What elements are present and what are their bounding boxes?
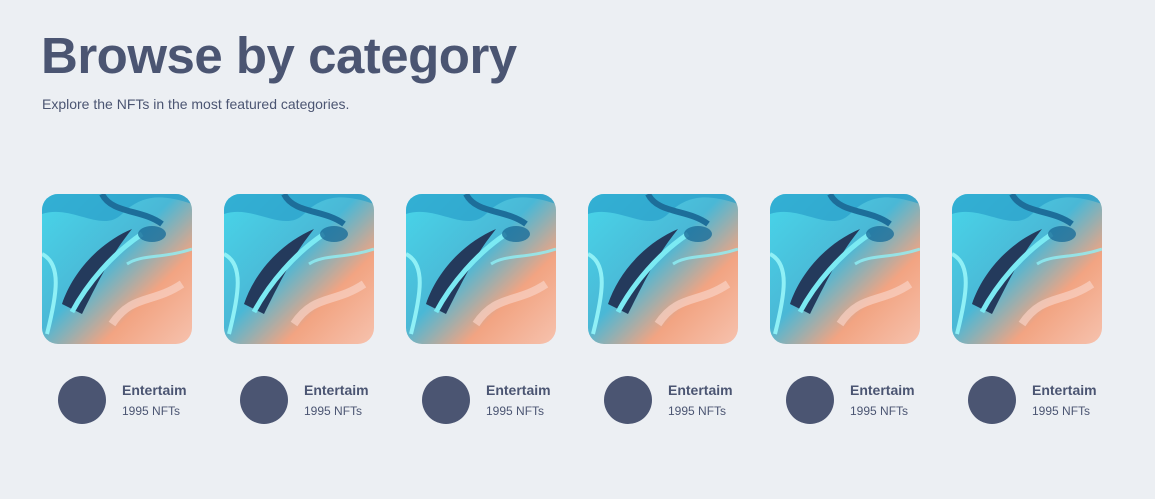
category-name[interactable]: Entertaim bbox=[122, 382, 192, 398]
category-card[interactable]: Entertaim 1995 NFTs bbox=[952, 194, 1102, 424]
category-card[interactable]: Entertaim 1995 NFTs bbox=[406, 194, 556, 424]
category-meta: Entertaim 1995 NFTs bbox=[240, 376, 374, 424]
category-list: Entertaim 1995 NFTs Entertaim 1995 NFTs … bbox=[42, 194, 1102, 424]
category-meta: Entertaim 1995 NFTs bbox=[58, 376, 192, 424]
category-meta: Entertaim 1995 NFTs bbox=[968, 376, 1102, 424]
category-count: 1995 NFTs bbox=[1032, 404, 1091, 418]
category-name[interactable]: Entertaim bbox=[486, 382, 556, 398]
category-image[interactable] bbox=[588, 194, 738, 344]
avatar[interactable] bbox=[58, 376, 106, 424]
category-image[interactable] bbox=[42, 194, 192, 344]
category-name[interactable]: Entertaim bbox=[304, 382, 374, 398]
category-meta: Entertaim 1995 NFTs bbox=[786, 376, 920, 424]
category-image[interactable] bbox=[224, 194, 374, 344]
category-meta: Entertaim 1995 NFTs bbox=[422, 376, 556, 424]
category-name[interactable]: Entertaim bbox=[850, 382, 920, 398]
category-count: 1995 NFTs bbox=[486, 404, 545, 418]
avatar[interactable] bbox=[604, 376, 652, 424]
category-count: 1995 NFTs bbox=[668, 404, 727, 418]
avatar[interactable] bbox=[422, 376, 470, 424]
page-title: Browse by category bbox=[41, 27, 517, 84]
category-card[interactable]: Entertaim 1995 NFTs bbox=[224, 194, 374, 424]
avatar[interactable] bbox=[786, 376, 834, 424]
category-card[interactable]: Entertaim 1995 NFTs bbox=[42, 194, 192, 424]
avatar[interactable] bbox=[240, 376, 288, 424]
avatar[interactable] bbox=[968, 376, 1016, 424]
category-count: 1995 NFTs bbox=[850, 404, 909, 418]
category-card[interactable]: Entertaim 1995 NFTs bbox=[770, 194, 920, 424]
category-image[interactable] bbox=[770, 194, 920, 344]
category-name[interactable]: Entertaim bbox=[1032, 382, 1102, 398]
category-count: 1995 NFTs bbox=[122, 404, 181, 418]
category-meta: Entertaim 1995 NFTs bbox=[604, 376, 738, 424]
category-name[interactable]: Entertaim bbox=[668, 382, 738, 398]
page-subtitle: Explore the NFTs in the most featured ca… bbox=[42, 96, 350, 112]
category-image[interactable] bbox=[952, 194, 1102, 344]
category-image[interactable] bbox=[406, 194, 556, 344]
category-count: 1995 NFTs bbox=[304, 404, 363, 418]
category-card[interactable]: Entertaim 1995 NFTs bbox=[588, 194, 738, 424]
